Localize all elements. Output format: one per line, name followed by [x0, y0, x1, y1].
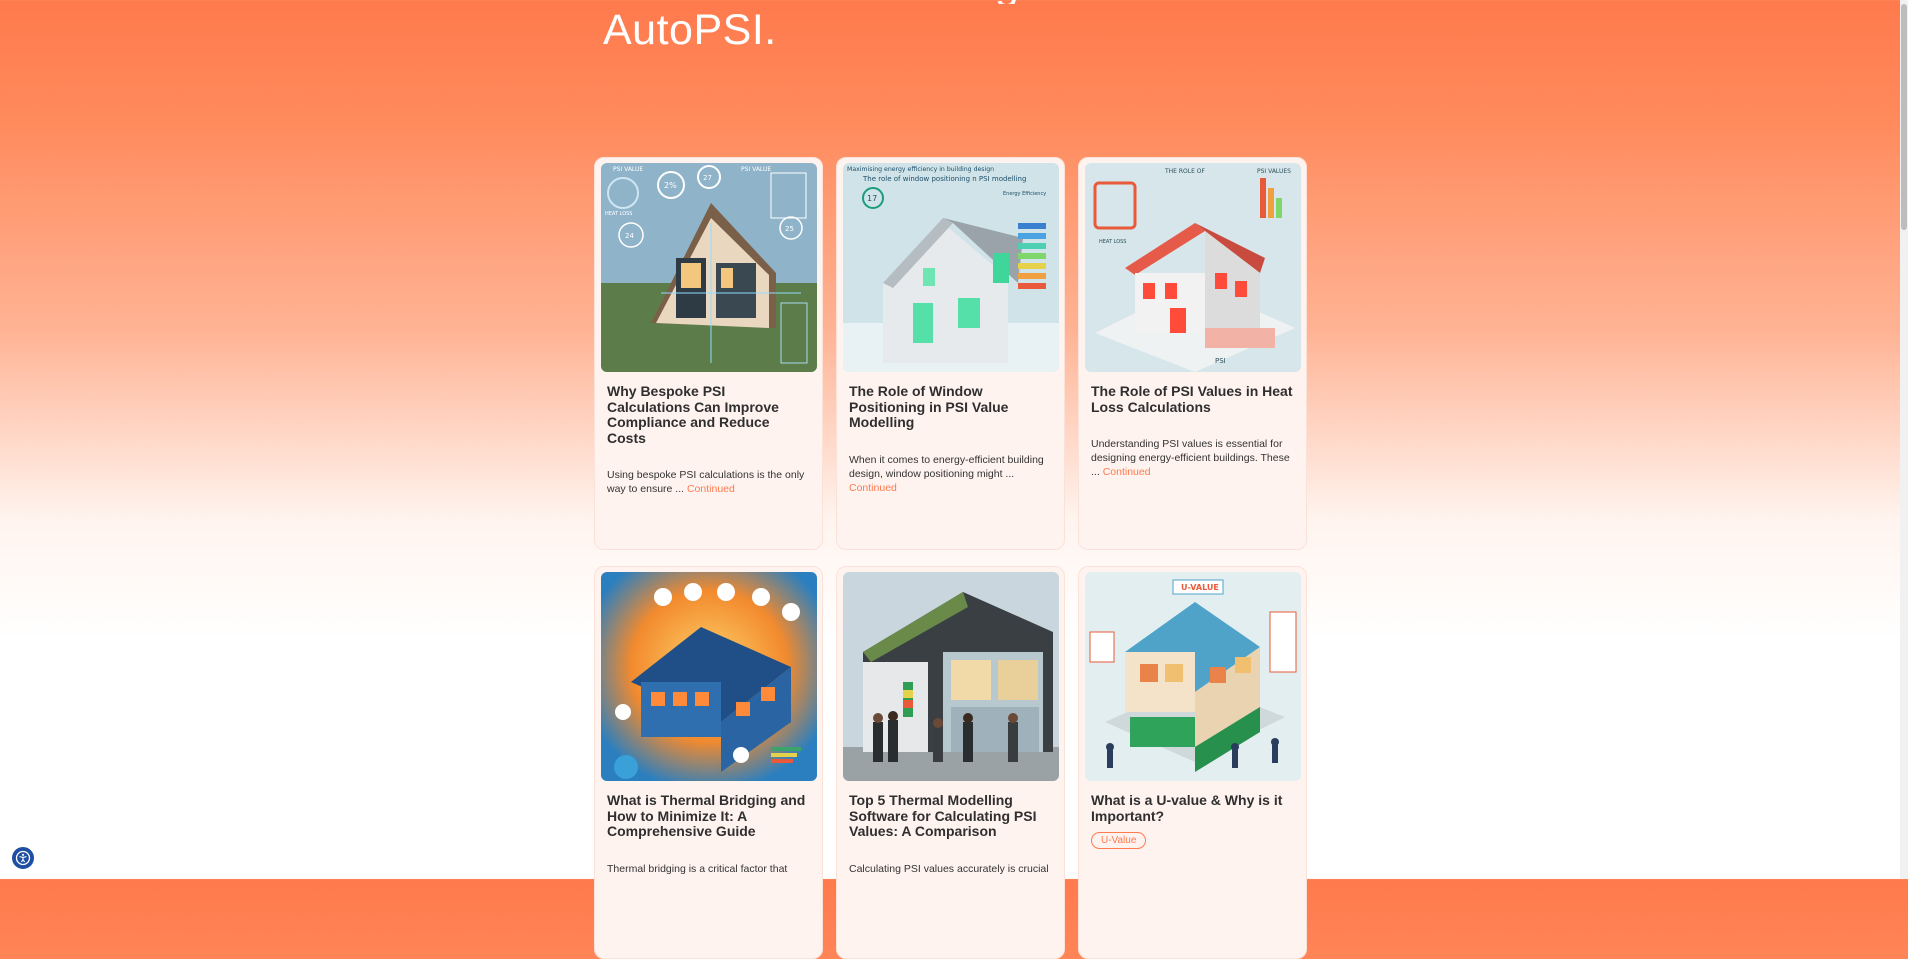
scrollbar-thumb[interactable] — [1901, 4, 1907, 230]
category-tag[interactable]: U-Value — [1091, 832, 1147, 849]
continued-link[interactable]: Continued — [849, 482, 897, 494]
image-text: 24 — [625, 232, 634, 240]
post-title[interactable]: What is a U-value & Why is it Important? — [1091, 792, 1294, 824]
accessibility-icon — [15, 850, 31, 866]
post-image-thermal-modelling[interactable] — [843, 572, 1059, 781]
image-text: Energy Efficiency — [1003, 191, 1046, 197]
blog-card[interactable]: THE ROLE OF PSI VALUES HEAT LOSS PSI The… — [1078, 157, 1307, 550]
post-image-house-psi[interactable]: PSI VALUE PSI VALUE 2% 27 HEAT LOSS 24 2… — [601, 163, 817, 372]
image-text: Maximising energy efficiency in building… — [847, 166, 994, 173]
image-text: 25 — [785, 225, 794, 233]
post-title[interactable]: The Role of Window Positioning in PSI Va… — [849, 383, 1052, 431]
blog-card[interactable]: Maximising energy efficiency in building… — [836, 157, 1065, 550]
accessibility-button[interactable] — [10, 845, 36, 871]
post-excerpt: Understanding PSI values is essential fo… — [1091, 437, 1294, 479]
continued-link[interactable]: Continued — [687, 483, 735, 495]
image-text: THE ROLE OF — [1164, 168, 1206, 175]
continued-link[interactable]: Continued — [1103, 466, 1151, 478]
page-title: AutoPSI. — [603, 6, 777, 54]
blog-post-grid: PSI VALUE PSI VALUE 2% 27 HEAT LOSS 24 2… — [594, 157, 1307, 959]
page-scrollbar[interactable] — [1900, 0, 1908, 879]
image-text: HEAT LOSS — [1099, 239, 1127, 245]
image-text: PSI — [1215, 357, 1226, 365]
image-text: PSI VALUE — [741, 166, 771, 173]
post-title[interactable]: Why Bespoke PSI Calculations Can Improve… — [607, 383, 810, 446]
image-text: PSI VALUES — [1257, 168, 1291, 175]
post-image-thermal-bridging[interactable] — [601, 572, 817, 781]
blog-card[interactable]: What is Thermal Bridging and How to Mini… — [594, 566, 823, 959]
blog-card[interactable]: U-VALUE What is a U-value & Why is it Im… — [1078, 566, 1307, 959]
blog-card[interactable]: PSI VALUE PSI VALUE 2% 27 HEAT LOSS 24 2… — [594, 157, 823, 550]
post-excerpt-text: Calculating PSI values accurately is cru… — [849, 862, 1049, 875]
hero-title-overflow: g — [603, 0, 1083, 4]
post-excerpt-text: When it comes to energy-efficient buildi… — [849, 453, 1044, 480]
image-text: U-VALUE — [1181, 583, 1219, 592]
post-image-u-value[interactable]: U-VALUE — [1085, 572, 1301, 781]
image-text: 17 — [867, 194, 877, 203]
post-excerpt-text: Thermal bridging is a critical factor th… — [607, 862, 788, 875]
blog-card[interactable]: Top 5 Thermal Modelling Software for Cal… — [836, 566, 1065, 959]
image-text: 27 — [703, 174, 712, 182]
post-image-heat-loss[interactable]: THE ROLE OF PSI VALUES HEAT LOSS PSI — [1085, 163, 1301, 372]
post-excerpt: When it comes to energy-efficient buildi… — [849, 453, 1052, 495]
image-text: The role of window positioning n PSI mod… — [862, 175, 1026, 183]
post-excerpt: Using bespoke PSI calculations is the on… — [607, 468, 810, 496]
image-text: 2% — [664, 181, 677, 190]
image-text: PSI VALUE — [613, 166, 643, 173]
post-image-window-positioning[interactable]: Maximising energy efficiency in building… — [843, 163, 1059, 372]
post-title[interactable]: The Role of PSI Values in Heat Loss Calc… — [1091, 383, 1294, 415]
image-text: HEAT LOSS — [605, 211, 633, 217]
post-title[interactable]: Top 5 Thermal Modelling Software for Cal… — [849, 792, 1052, 840]
post-excerpt: Calculating PSI values accurately is cru… — [849, 862, 1052, 876]
post-excerpt: Thermal bridging is a critical factor th… — [607, 862, 810, 876]
post-title[interactable]: What is Thermal Bridging and How to Mini… — [607, 792, 810, 840]
